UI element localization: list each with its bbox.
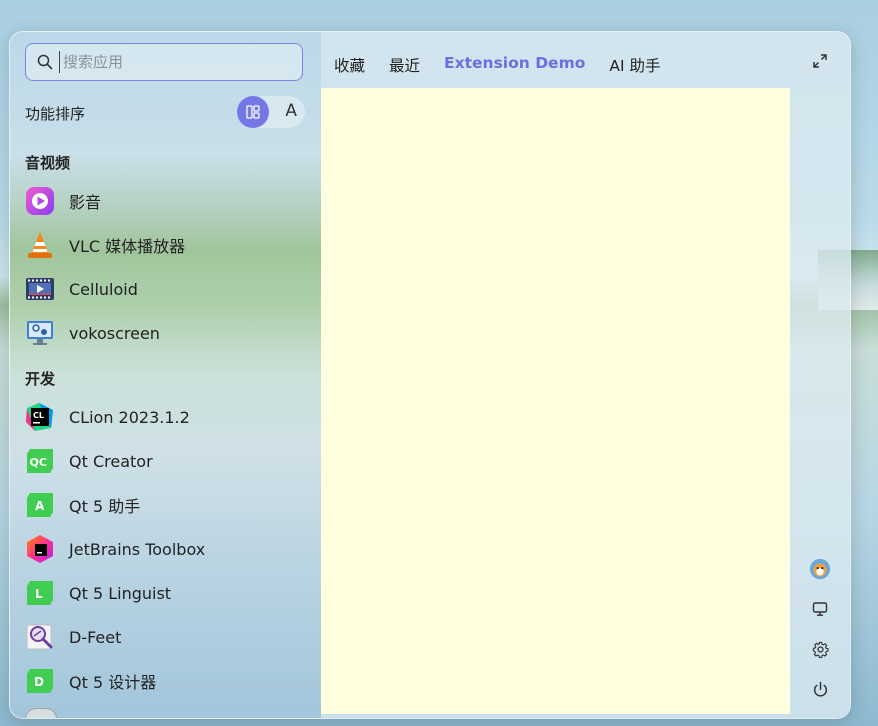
tab-bar: 收藏 最近 Extension Demo AI 助手 xyxy=(334,54,684,75)
clion-icon: CL xyxy=(25,402,55,432)
qt-designer-icon: D xyxy=(25,666,55,696)
tab-extension-demo[interactable]: Extension Demo xyxy=(444,54,585,74)
dfeet-icon xyxy=(25,622,55,652)
app-name: 影音 xyxy=(69,193,102,212)
computer-button[interactable] xyxy=(809,598,831,620)
vokoscreen-icon xyxy=(25,318,55,348)
settings-button[interactable] xyxy=(809,638,831,660)
qt-linguist-icon: L xyxy=(25,578,55,608)
computer-icon xyxy=(812,602,828,616)
app-item-yingyin[interactable]: 影音 xyxy=(25,183,315,219)
app-item-qt5-linguist[interactable]: L Qt 5 Linguist xyxy=(25,575,315,611)
svg-text:D: D xyxy=(34,675,44,689)
extension-content-area xyxy=(321,88,790,714)
main-panel: 收藏 最近 Extension Demo AI 助手 xyxy=(321,32,790,718)
yingyin-icon xyxy=(25,186,55,216)
app-name: JetBrains Toolbox xyxy=(69,539,206,559)
group-title-av: 音视频 xyxy=(25,154,71,172)
sort-label: 功能排序 xyxy=(25,105,86,123)
app-item-clion[interactable]: CL CLion 2023.1.2 xyxy=(25,399,315,435)
avatar xyxy=(809,558,831,580)
qtcreator-icon: QC xyxy=(25,446,55,476)
alpha-sort-button[interactable]: A xyxy=(285,101,297,121)
svg-text:L: L xyxy=(35,587,43,601)
sort-mode-toggle: A xyxy=(237,96,305,128)
app-name: Qt 5 Linguist xyxy=(69,583,172,603)
tab-ai-assistant[interactable]: AI 助手 xyxy=(609,54,660,75)
gear-icon xyxy=(812,641,829,658)
expand-icon xyxy=(813,54,827,68)
app-name: Celluloid xyxy=(69,279,138,299)
sort-row: 功能排序 A xyxy=(25,96,305,128)
category-icon xyxy=(246,105,260,119)
side-toolbar xyxy=(790,32,850,718)
app-item-qtcreator[interactable]: QC Qt Creator xyxy=(25,443,315,479)
category-sort-button[interactable] xyxy=(237,96,269,128)
next-app-icon-partial xyxy=(25,708,57,718)
app-item-celluloid[interactable]: Celluloid xyxy=(25,271,315,307)
search-box[interactable] xyxy=(25,43,303,81)
search-input[interactable] xyxy=(59,51,285,73)
app-item-jetbrains-toolbox[interactable]: JetBrains Toolbox xyxy=(25,531,315,567)
app-item-dfeet[interactable]: D-Feet xyxy=(25,619,315,655)
jetbrains-toolbox-icon xyxy=(25,534,55,564)
app-list-panel: 功能排序 A 音视频 xyxy=(10,32,321,718)
app-name: vokoscreen xyxy=(69,323,160,343)
app-name: VLC 媒体播放器 xyxy=(69,237,186,256)
celluloid-icon xyxy=(25,274,55,304)
app-name: D-Feet xyxy=(69,627,122,647)
fullscreen-button[interactable] xyxy=(809,50,831,72)
power-icon xyxy=(813,681,827,696)
tab-favorites[interactable]: 收藏 xyxy=(334,54,365,75)
app-item-qt5-assistant[interactable]: A Qt 5 助手 xyxy=(25,487,315,523)
search-icon xyxy=(37,54,53,70)
app-item-vokoscreen[interactable]: vokoscreen xyxy=(25,315,315,351)
svg-text:QC: QC xyxy=(30,456,47,469)
app-item-qt5-designer[interactable]: D Qt 5 设计器 xyxy=(25,663,315,699)
app-name: Qt 5 助手 xyxy=(69,497,141,516)
qt-assistant-icon: A xyxy=(25,490,55,520)
app-name: Qt 5 设计器 xyxy=(69,673,157,692)
app-name: CLion 2023.1.2 xyxy=(69,407,190,427)
app-item-vlc[interactable]: VLC 媒体播放器 xyxy=(25,227,315,263)
launcher-window: 功能排序 A 音视频 xyxy=(9,31,851,719)
svg-text:A: A xyxy=(35,499,45,513)
app-name: Qt Creator xyxy=(69,451,153,471)
vlc-icon xyxy=(25,230,55,260)
power-button[interactable] xyxy=(809,678,831,700)
tab-recent[interactable]: 最近 xyxy=(389,54,420,75)
svg-text:CL: CL xyxy=(33,411,44,420)
user-avatar-button[interactable] xyxy=(809,558,831,580)
group-title-dev: 开发 xyxy=(25,370,56,388)
